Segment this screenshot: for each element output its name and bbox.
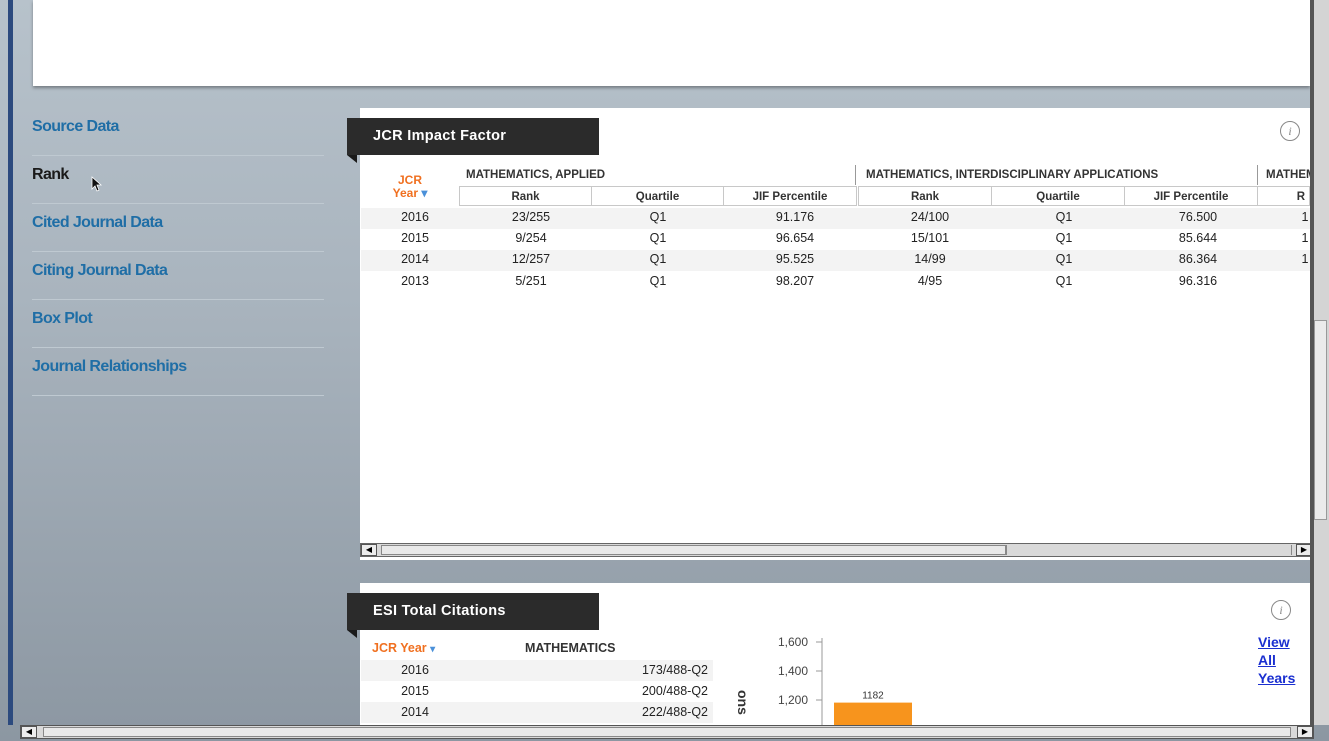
jcr-panel-title: JCR Impact Factor (347, 118, 599, 163)
cell-rank-quartile: 222/488-Q2 (641, 705, 708, 719)
esi-panel-title: ESI Total Citations (347, 593, 599, 638)
cell-quartile: Q1 (1055, 231, 1073, 245)
col-header-rank[interactable]: Rank (858, 186, 992, 206)
cell-rank-quartile: 173/488-Q2 (641, 663, 708, 677)
col-header-quartile[interactable]: Quartile (591, 186, 724, 206)
scrollbar-thumb[interactable] (43, 727, 1291, 737)
info-icon[interactable]: i (1271, 600, 1291, 620)
cell-quartile: Q1 (1055, 274, 1073, 288)
cell-rank: 24/100 (910, 210, 950, 224)
scroll-left-icon[interactable]: ◀ (361, 544, 377, 556)
cell-jif-percentile: 85.644 (1178, 231, 1218, 245)
cell-jif-percentile: 95.525 (775, 252, 815, 266)
y-tick-label: 1,200 (778, 693, 808, 707)
cell-quartile: Q1 (649, 252, 667, 266)
cell-quartile: Q1 (1055, 210, 1073, 224)
esi-year-label: JCR Year (372, 641, 427, 655)
cell-quartile: Q1 (649, 231, 667, 245)
sort-desc-icon: ▾ (421, 186, 428, 200)
cell-year: 2013 (401, 274, 429, 288)
window-left-edge (8, 0, 13, 725)
cell-jif-percentile: 91.176 (775, 210, 815, 224)
cell-rank-quartile: 200/488-Q2 (641, 684, 708, 698)
sidebar-item-citing-journal-data[interactable]: Citing Journal Data (32, 252, 324, 300)
col-header-jif-percentile[interactable]: JIF Percentile (723, 186, 857, 206)
group-header-mathematics-applied: MATHEMATICS, APPLIED (458, 165, 856, 185)
chart-bar[interactable] (834, 702, 912, 725)
y-tick-label: 1,400 (778, 664, 808, 678)
cell-partial: 1 (1301, 252, 1309, 266)
jcr-year-sort-header[interactable]: JCR Year ▾ (372, 174, 448, 200)
view-all-years-line3[interactable]: Years (1258, 670, 1295, 686)
cell-jif-percentile: 96.654 (775, 231, 815, 245)
scrollbar-thumb[interactable] (381, 545, 1006, 555)
cell-quartile: Q1 (1055, 252, 1073, 266)
cell-rank: 9/254 (515, 231, 547, 245)
jcr-year-label-line2: Year (392, 186, 418, 200)
cell-jif-percentile: 96.316 (1178, 274, 1218, 288)
group-header-mathematics: MATHEMATICS (1266, 169, 1311, 181)
y-axis-label: ons (735, 690, 751, 715)
scroll-divider (1006, 545, 1007, 555)
sidebar-item-cited-journal-data[interactable]: Cited Journal Data (32, 204, 324, 252)
page-vertical-scrollbar[interactable] (1312, 0, 1329, 725)
cell-partial: 1 (1301, 210, 1309, 224)
esi-year-sort-header[interactable]: JCR Year ▾ (372, 641, 435, 655)
cell-rank: 5/251 (515, 274, 547, 288)
table-horizontal-scrollbar[interactable]: ◀ ▶ (360, 543, 1313, 557)
scrollbar-thumb[interactable] (1314, 320, 1327, 520)
info-icon[interactable]: i (1280, 121, 1300, 141)
scroll-left-icon[interactable]: ◀ (21, 726, 37, 738)
sidebar-item-rank[interactable]: Rank (32, 156, 324, 204)
esi-col-header-mathematics[interactable]: MATHEMATICS (525, 641, 616, 655)
col-header-jif-percentile[interactable]: JIF Percentile (1124, 186, 1258, 206)
cell-rank: 15/101 (910, 231, 950, 245)
cell-jif-percentile: 98.207 (775, 274, 815, 288)
page-horizontal-scrollbar[interactable]: ◀ ▶ (20, 725, 1314, 739)
sidebar-item-source-data[interactable]: Source Data (32, 108, 324, 156)
cell-year: 2016 (401, 210, 429, 224)
cell-jif-percentile: 86.364 (1178, 252, 1218, 266)
cell-year: 2015 (401, 684, 429, 698)
cell-year: 2014 (401, 252, 429, 266)
bar-value-label: 1182 (862, 691, 884, 702)
window-right-edge (1310, 0, 1314, 725)
sidebar-item-box-plot[interactable]: Box Plot (32, 300, 324, 348)
cell-rank: 23/255 (511, 210, 551, 224)
group-header-mathematics-interdisciplinary: MATHEMATICS, INTERDISCIPLINARY APPLICATI… (858, 165, 1258, 185)
cell-year: 2014 (401, 705, 429, 719)
y-tick-label: 1,600 (778, 635, 808, 649)
view-all-years-line1[interactable]: View (1258, 634, 1290, 650)
scroll-divider (1291, 545, 1292, 555)
cell-rank: 12/257 (511, 252, 551, 266)
cell-jif-percentile: 76.500 (1178, 210, 1218, 224)
cell-rank: 4/95 (917, 274, 943, 288)
cell-partial: 1 (1301, 231, 1309, 245)
cell-year: 2016 (401, 663, 429, 677)
col-header-rank-partial[interactable]: R (1257, 186, 1310, 206)
cell-quartile: Q1 (649, 274, 667, 288)
col-header-quartile[interactable]: Quartile (991, 186, 1125, 206)
view-all-years-link[interactable]: View All Years (1258, 634, 1310, 688)
mouse-cursor-icon (91, 176, 103, 192)
sidebar-item-journal-relationships[interactable]: Journal Relationships (32, 348, 324, 396)
cell-quartile: Q1 (649, 210, 667, 224)
cell-year: 2015 (401, 231, 429, 245)
header-area (33, 0, 1310, 86)
scroll-right-icon[interactable]: ▶ (1297, 726, 1313, 738)
view-all-years-line2[interactable]: All (1258, 652, 1276, 668)
cell-rank: 14/99 (914, 252, 946, 266)
col-header-rank[interactable]: Rank (459, 186, 592, 206)
sort-desc-icon: ▾ (430, 644, 436, 655)
esi-citations-chart: 1,600 1,400 1,200 1182 (778, 635, 912, 725)
